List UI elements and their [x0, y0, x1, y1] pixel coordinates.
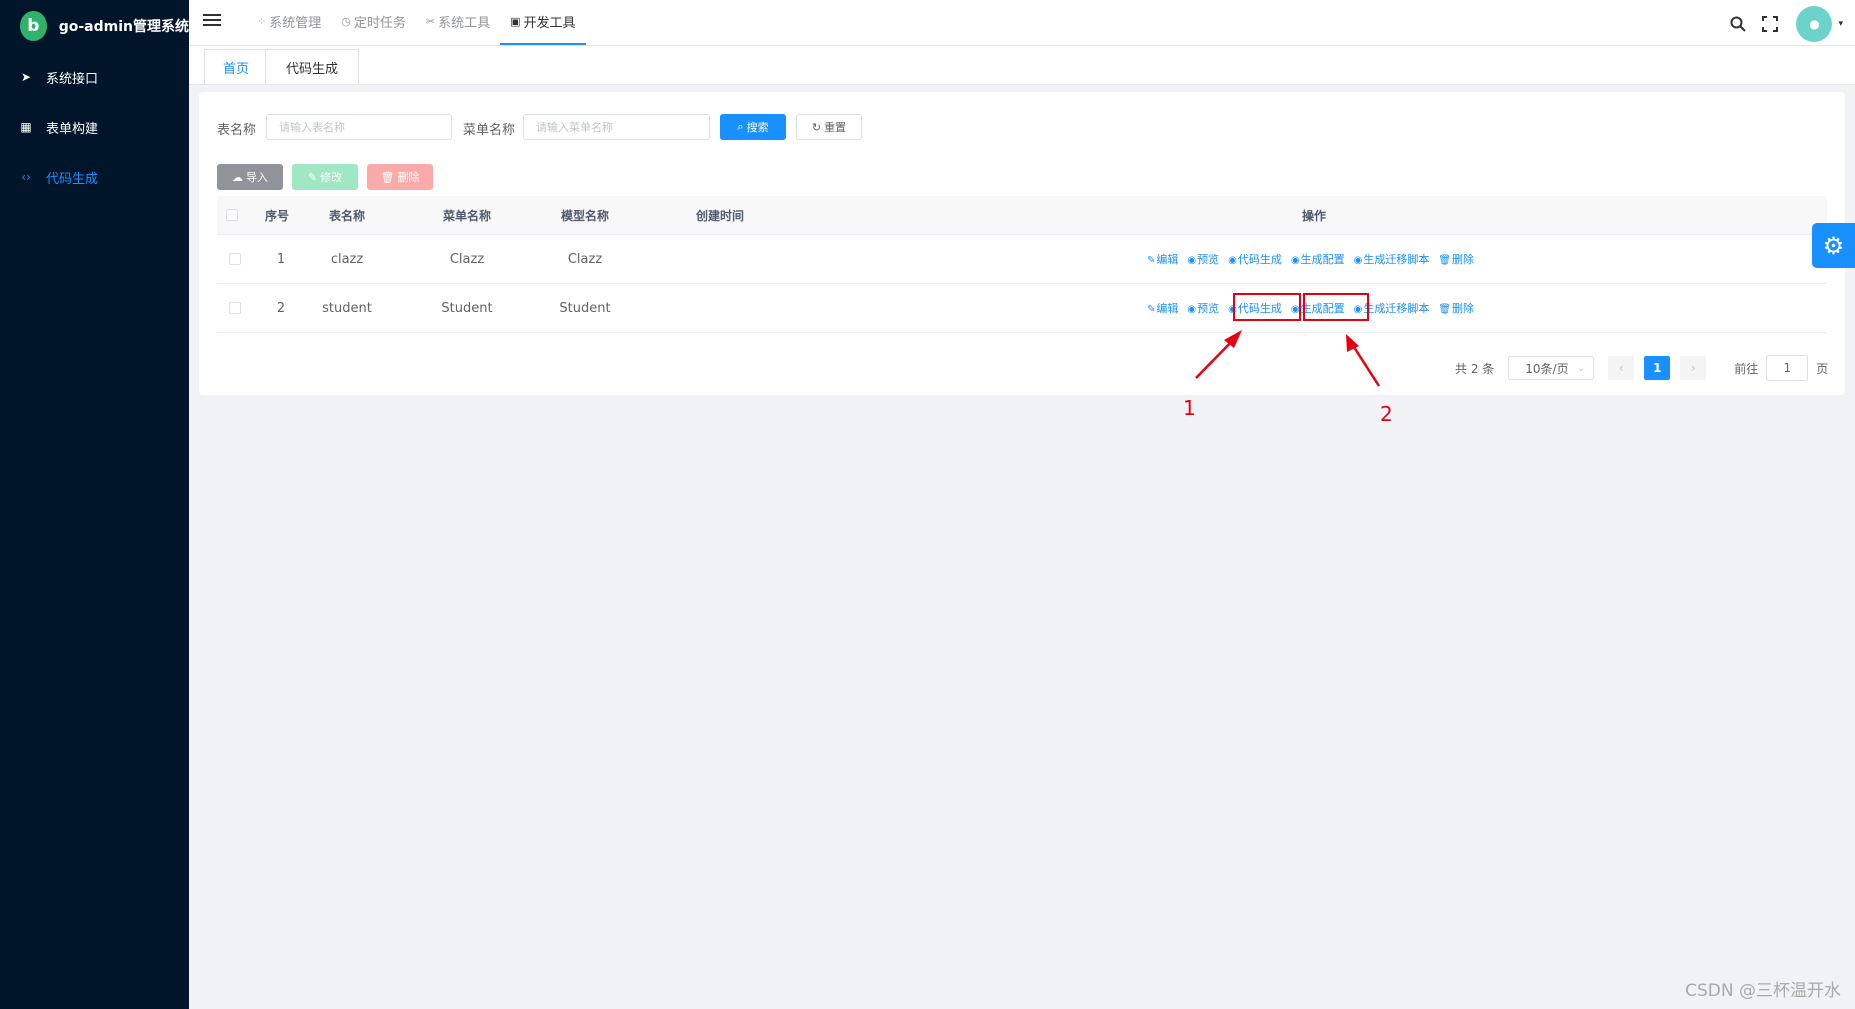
annotation-label-2: 2	[1380, 402, 1393, 426]
annotation-label-1: 1	[1183, 396, 1196, 420]
settings-gear-icon[interactable]: ⚙	[1812, 223, 1855, 268]
arrow-2-head	[1346, 334, 1359, 352]
arrow-2-line	[1350, 343, 1381, 387]
watermark: CSDN @三杯温开水	[1685, 981, 1841, 1001]
annotation-arrows	[1195, 330, 1381, 387]
